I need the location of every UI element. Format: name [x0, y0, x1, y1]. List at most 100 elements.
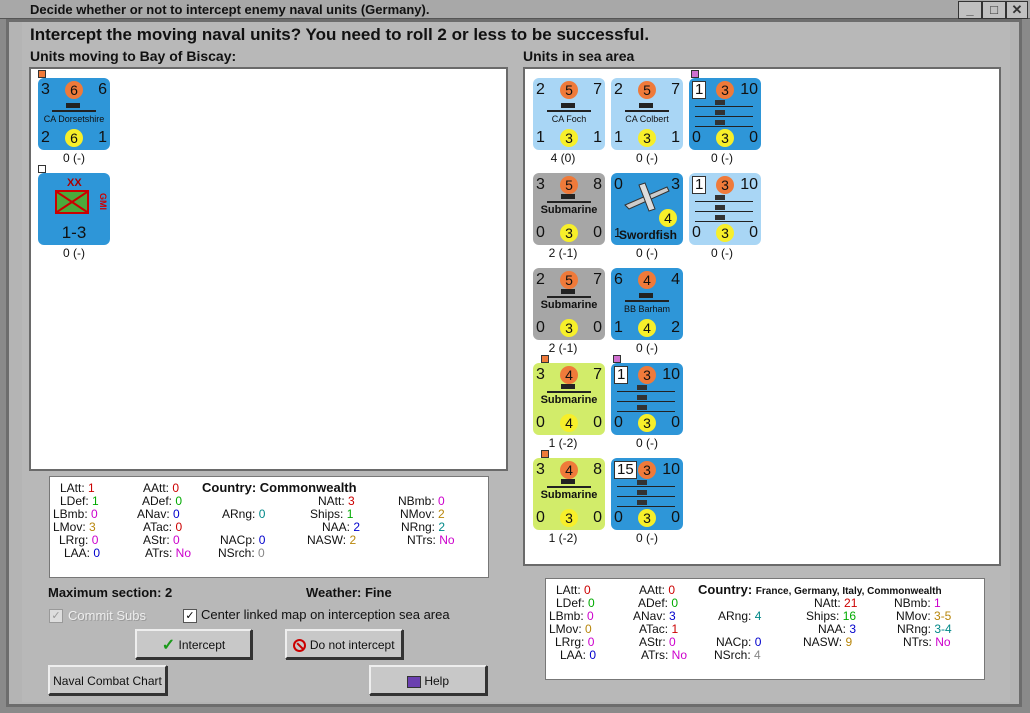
max-section-label: Maximum section: 2 [48, 585, 173, 600]
counter-value: 0 [671, 509, 680, 526]
counter-value: 7 [593, 271, 602, 288]
unit-name: CA Foch [551, 114, 587, 124]
stat-arng: 4 [754, 609, 762, 623]
stat-naa: 2 [353, 520, 361, 534]
counter-value: 2 [671, 319, 680, 336]
unit-value: 0 (-) [636, 246, 658, 260]
stat-nacp: 0 [258, 533, 266, 547]
counter-value: 3 [560, 319, 578, 337]
unit-counter-submarine[interactable]: 3 4 7 Submarine 0 4 0 [533, 363, 605, 435]
counter-value: 0 [536, 224, 545, 241]
stat-ships: 1 [346, 507, 354, 521]
help-label: Help [424, 674, 450, 688]
unit-counter-colbert[interactable]: 2 5 7 CA Colbert 1 3 1 [611, 78, 683, 150]
counter-value: 1 [614, 129, 623, 146]
convoy-icon [695, 100, 753, 107]
counter-value: 6 [65, 129, 83, 147]
unit-value: 2 (-1) [548, 246, 578, 260]
counter-value: 4 [560, 414, 578, 432]
counter-value: 6 [65, 81, 83, 99]
stat-lrrg: 0 [587, 635, 595, 649]
unit-value: 0 (-) [636, 341, 658, 355]
unit-counter-foch[interactable]: 2 5 7 CA Foch 1 3 1 [533, 78, 605, 150]
counter-value: 4 [560, 461, 578, 479]
unit-value: 0 (-) [711, 151, 733, 165]
unit-value: 0 (-) [711, 246, 733, 260]
counter-value: 3 [638, 461, 656, 479]
unit-counter-convoy[interactable]: 1 3 10 0 3 0 [689, 78, 761, 150]
sea-area-stats: LAtt: 0 LDef: 0 LBmb: 0 LMov: 0 LRrg: 0 … [545, 578, 985, 680]
center-linked-label: Center linked map on interception sea ar… [201, 607, 450, 622]
unit-name: CA Dorsetshire [43, 114, 105, 124]
counter-value: 3 [41, 81, 50, 98]
minimize-button[interactable]: _ [958, 1, 982, 19]
stat-anav: 0 [173, 507, 180, 521]
left-header: Units moving to Bay of Biscay: [30, 48, 237, 64]
stat-naa: 3 [849, 622, 857, 636]
counter-value: 0 [593, 414, 602, 431]
do-not-intercept-button[interactable]: Do not intercept [285, 629, 403, 659]
unit-counter-convoy[interactable]: 1 3 10 0 3 0 [611, 363, 683, 435]
counter-value: 2 [536, 271, 545, 288]
right-header: Units in sea area [523, 48, 635, 64]
unit-name: Submarine [540, 299, 598, 311]
stat-aatt: 0 [668, 583, 676, 597]
counter-value: 3 [716, 81, 734, 99]
counter-value: 0 [671, 414, 680, 431]
unit-counter-convoy[interactable]: 15 3 10 0 3 0 [611, 458, 683, 530]
stat-arng: 0 [258, 507, 266, 521]
moving-units-stats: LAtt: 1 LDef: 1 LBmb: 0 LMov: 3 LRrg: 0 … [49, 476, 489, 578]
counter-value: 4 [659, 209, 677, 227]
convoy-icon [617, 490, 675, 497]
unit-counter-corps[interactable]: XX GMI 1-3 [38, 173, 110, 245]
ship-icon [52, 102, 96, 112]
counter-value: 3 [716, 129, 734, 147]
stat-natt: 3 [348, 494, 355, 508]
counter-value: 3 [560, 509, 578, 527]
center-linked-checkbox[interactable]: ✓ [183, 609, 197, 623]
counter-value: 0 [536, 509, 545, 526]
intercept-button[interactable]: ✓ Intercept [135, 629, 252, 659]
counter-value: 1 [98, 129, 107, 146]
convoy-icon [617, 500, 675, 507]
counter-value: 0 [614, 414, 623, 431]
convoy-icon [617, 405, 675, 412]
weather-label: Weather: Fine [306, 585, 392, 600]
counter-value: 3 [560, 129, 578, 147]
country-label: Country: [202, 480, 257, 495]
unit-counter-submarine[interactable]: 2 5 7 Submarine 0 3 0 [533, 268, 605, 340]
ship-icon [625, 102, 669, 112]
unit-value: 4 (0) [550, 151, 576, 165]
counter-value: 6 [614, 271, 623, 288]
help-button[interactable]: Help [369, 665, 487, 695]
close-button[interactable]: ✕ [1006, 1, 1028, 19]
stat-nmov: 2 [438, 507, 445, 521]
unit-counter-dorsetshire[interactable]: 3 6 6 CA Dorsetshire 2 6 1 [38, 78, 110, 150]
unit-counter-barham[interactable]: 6 4 4 BB Barham 1 4 2 [611, 268, 683, 340]
stat-nmov: 3-5 [934, 609, 952, 623]
counter-value: 3 [560, 224, 578, 242]
stat-natt: 21 [844, 596, 858, 610]
counter-value: 1 [671, 129, 680, 146]
stat-aatt: 0 [172, 481, 180, 495]
unit-name: Swordfish [619, 228, 678, 242]
unit-counter-submarine[interactable]: 3 4 8 Submarine 0 3 0 [533, 458, 605, 530]
commit-subs-checkbox[interactable]: ✓ [49, 609, 63, 623]
stat-ldef: 0 [588, 596, 595, 610]
do-not-intercept-label: Do not intercept [309, 638, 395, 652]
counter-value: 3 [638, 414, 656, 432]
naval-combat-chart-button[interactable]: Naval Combat Chart [48, 665, 167, 695]
unit-value: 0 (-) [63, 151, 85, 165]
unit-counter-swordfish[interactable]: 0 3 4 1 Swordfish [611, 173, 683, 245]
unit-marker [38, 70, 46, 78]
counter-value: 3 [716, 176, 734, 194]
counter-value: 0 [536, 414, 545, 431]
submarine-icon [547, 383, 591, 393]
unit-name: Submarine [540, 489, 598, 501]
unit-counter-submarine[interactable]: 3 5 8 Submarine 0 3 0 [533, 173, 605, 245]
counter-value: 0 [593, 224, 602, 241]
convoy-icon [695, 110, 753, 117]
infantry-icon [55, 190, 89, 214]
maximize-button[interactable]: □ [982, 1, 1006, 19]
unit-counter-convoy[interactable]: 1 3 10 0 3 0 [689, 173, 761, 245]
